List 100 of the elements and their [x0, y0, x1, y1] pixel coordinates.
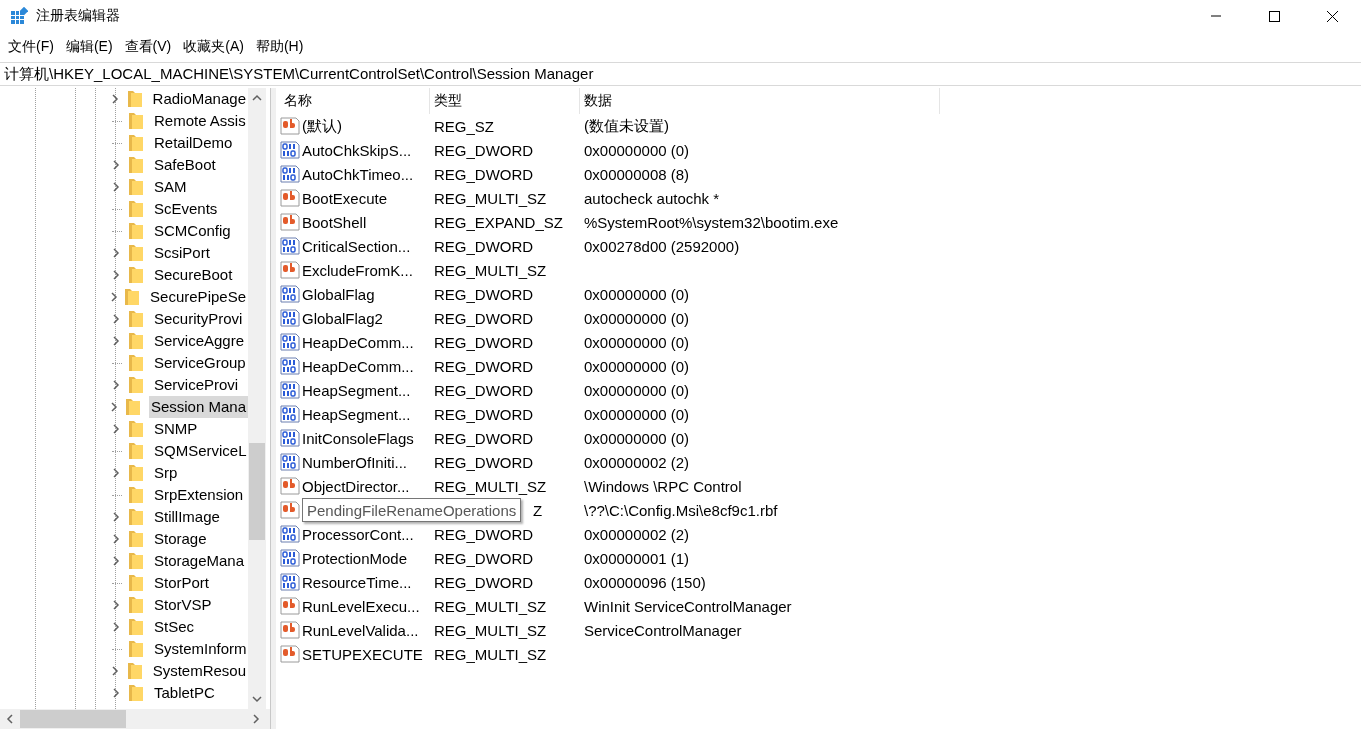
tree-item[interactable]: StorageMana — [152, 550, 248, 572]
horizontal-scrollbar[interactable] — [0, 709, 270, 729]
tree-item[interactable]: StorVSP — [152, 594, 248, 616]
value-name[interactable]: HeapSegment... — [302, 405, 411, 423]
value-name[interactable]: RunLevelValida... — [302, 621, 419, 639]
expand-chevron-icon[interactable] — [110, 269, 122, 281]
menu-item[interactable]: 收藏夹(A) — [177, 36, 250, 58]
chevron-left-icon[interactable] — [4, 713, 16, 725]
expand-chevron-icon[interactable] — [110, 511, 122, 523]
expand-chevron-icon[interactable] — [110, 555, 122, 567]
tree-item[interactable]: SecurityProvi — [152, 308, 248, 330]
tree-item[interactable]: SafeBoot — [152, 154, 248, 176]
string-value-icon — [280, 260, 300, 280]
expand-chevron-icon[interactable] — [110, 159, 122, 171]
value-name[interactable]: HeapDeComm... — [302, 357, 414, 375]
tree-item[interactable]: ServiceAggre — [152, 330, 248, 352]
tree-item[interactable]: SecureBoot — [152, 264, 248, 286]
expand-chevron-icon[interactable] — [110, 379, 122, 391]
expand-chevron-icon[interactable] — [110, 687, 122, 699]
vertical-scrollbar[interactable] — [248, 88, 266, 709]
folder-icon — [128, 596, 144, 614]
value-name[interactable]: SETUPEXECUTE — [302, 645, 423, 663]
tree-item[interactable]: SystemInform — [152, 638, 248, 660]
value-name[interactable]: ExcludeFromK... — [302, 261, 413, 279]
menu-item[interactable]: 查看(V) — [118, 36, 178, 58]
folder-icon — [128, 244, 144, 262]
menu-item[interactable]: 文件(F) — [2, 36, 60, 58]
value-name[interactable]: AutoChkTimeo... — [302, 165, 414, 183]
expand-chevron-icon[interactable] — [110, 181, 122, 193]
value-name[interactable]: HeapDeComm... — [302, 333, 414, 351]
expand-chevron-icon[interactable] — [110, 247, 122, 259]
value-type: REG_DWORD — [433, 549, 535, 567]
tree-item[interactable]: SrpExtension — [152, 484, 248, 506]
folder-icon — [128, 112, 144, 130]
tree-item[interactable]: ScsiPort — [152, 242, 248, 264]
expand-chevron-icon[interactable] — [110, 621, 122, 633]
column-header[interactable]: 名称 — [280, 88, 430, 114]
value-name[interactable]: BootExecute — [302, 189, 388, 207]
value-name[interactable]: ProtectionMode — [302, 549, 408, 567]
folder-icon — [128, 618, 144, 636]
column-header[interactable]: 数据 — [580, 88, 940, 114]
maximize-icon — [1268, 10, 1280, 22]
column-header[interactable]: 类型 — [430, 88, 580, 114]
tree-item[interactable]: SNMP — [152, 418, 248, 440]
value-name[interactable]: ResourceTime... — [302, 573, 412, 591]
value-name[interactable]: CriticalSection... — [302, 237, 411, 255]
folder-icon — [128, 552, 144, 570]
chevron-right-icon[interactable] — [250, 713, 262, 725]
value-name[interactable]: ObjectDirector... — [302, 477, 410, 495]
expand-chevron-icon[interactable] — [110, 423, 122, 435]
value-type: REG_DWORD — [433, 429, 535, 447]
string-value-icon — [280, 644, 300, 664]
tree-item[interactable]: SQMServiceL — [152, 440, 248, 462]
tree-item[interactable]: SecurePipeSe — [148, 286, 248, 308]
tree-item[interactable]: Remote Assis — [152, 110, 248, 132]
expand-chevron-icon[interactable] — [110, 467, 122, 479]
folder-icon — [126, 90, 143, 108]
expand-chevron-icon[interactable] — [110, 313, 122, 325]
binary-value-icon — [280, 548, 300, 568]
value-name[interactable]: RunLevelExecu... — [302, 597, 420, 615]
folder-icon — [128, 156, 144, 174]
tree-item[interactable]: StorPort — [152, 572, 248, 594]
tree-item[interactable]: StSec — [152, 616, 248, 638]
scrollbar-thumb[interactable] — [249, 443, 265, 540]
tree-item[interactable]: Srp — [152, 462, 248, 484]
value-name[interactable]: GlobalFlag — [302, 285, 375, 303]
tree-item[interactable]: SCMConfig — [152, 220, 248, 242]
menu-item[interactable]: 帮助(H) — [249, 36, 310, 58]
menu-item[interactable]: 编辑(E) — [59, 36, 119, 58]
tree-item[interactable]: ScEvents — [152, 198, 248, 220]
expand-chevron-icon[interactable] — [110, 599, 122, 611]
expand-chevron-icon[interactable] — [110, 533, 122, 545]
binary-value-icon — [280, 380, 300, 400]
tree-item[interactable]: ServiceProvi — [152, 374, 248, 396]
value-name[interactable]: InitConsoleFlags — [302, 429, 414, 447]
value-data: 0x00000000 (0) — [583, 429, 690, 447]
tree-item[interactable]: Session Mana — [148, 396, 248, 418]
tree-item[interactable]: Storage — [152, 528, 248, 550]
binary-value-icon — [280, 284, 300, 304]
value-name[interactable]: NumberOfIniti... — [302, 453, 408, 471]
tree-item[interactable]: RetailDemo — [152, 132, 248, 154]
value-name[interactable]: ProcessorCont... — [302, 525, 414, 543]
expand-chevron-icon[interactable] — [110, 335, 122, 347]
value-name[interactable]: (默认) — [302, 116, 342, 136]
tree-item[interactable]: SystemResou — [150, 660, 248, 682]
value-name[interactable]: HeapSegment... — [302, 381, 411, 399]
chevron-down-icon[interactable] — [251, 693, 263, 705]
value-data: \Windows \RPC Control — [583, 477, 742, 495]
address-bar[interactable]: 计算机\HKEY_LOCAL_MACHINE\SYSTEM\CurrentControlSet\Control\Session Manager — [0, 62, 1361, 86]
scrollbar-thumb[interactable] — [20, 710, 126, 728]
value-name[interactable]: GlobalFlag2 — [302, 309, 383, 327]
tree-item[interactable]: TabletPC — [152, 682, 248, 704]
value-type: REG_DWORD — [433, 573, 535, 591]
tree-item[interactable]: SAM — [152, 176, 248, 198]
folder-icon — [124, 288, 141, 306]
tree-item[interactable]: ServiceGroup — [152, 352, 248, 374]
tree-item[interactable]: StillImage — [152, 506, 248, 528]
value-name[interactable]: BootShell — [302, 213, 367, 231]
tree-item[interactable]: RadioManage — [150, 88, 248, 110]
value-name[interactable]: AutoChkSkipS... — [302, 141, 412, 159]
